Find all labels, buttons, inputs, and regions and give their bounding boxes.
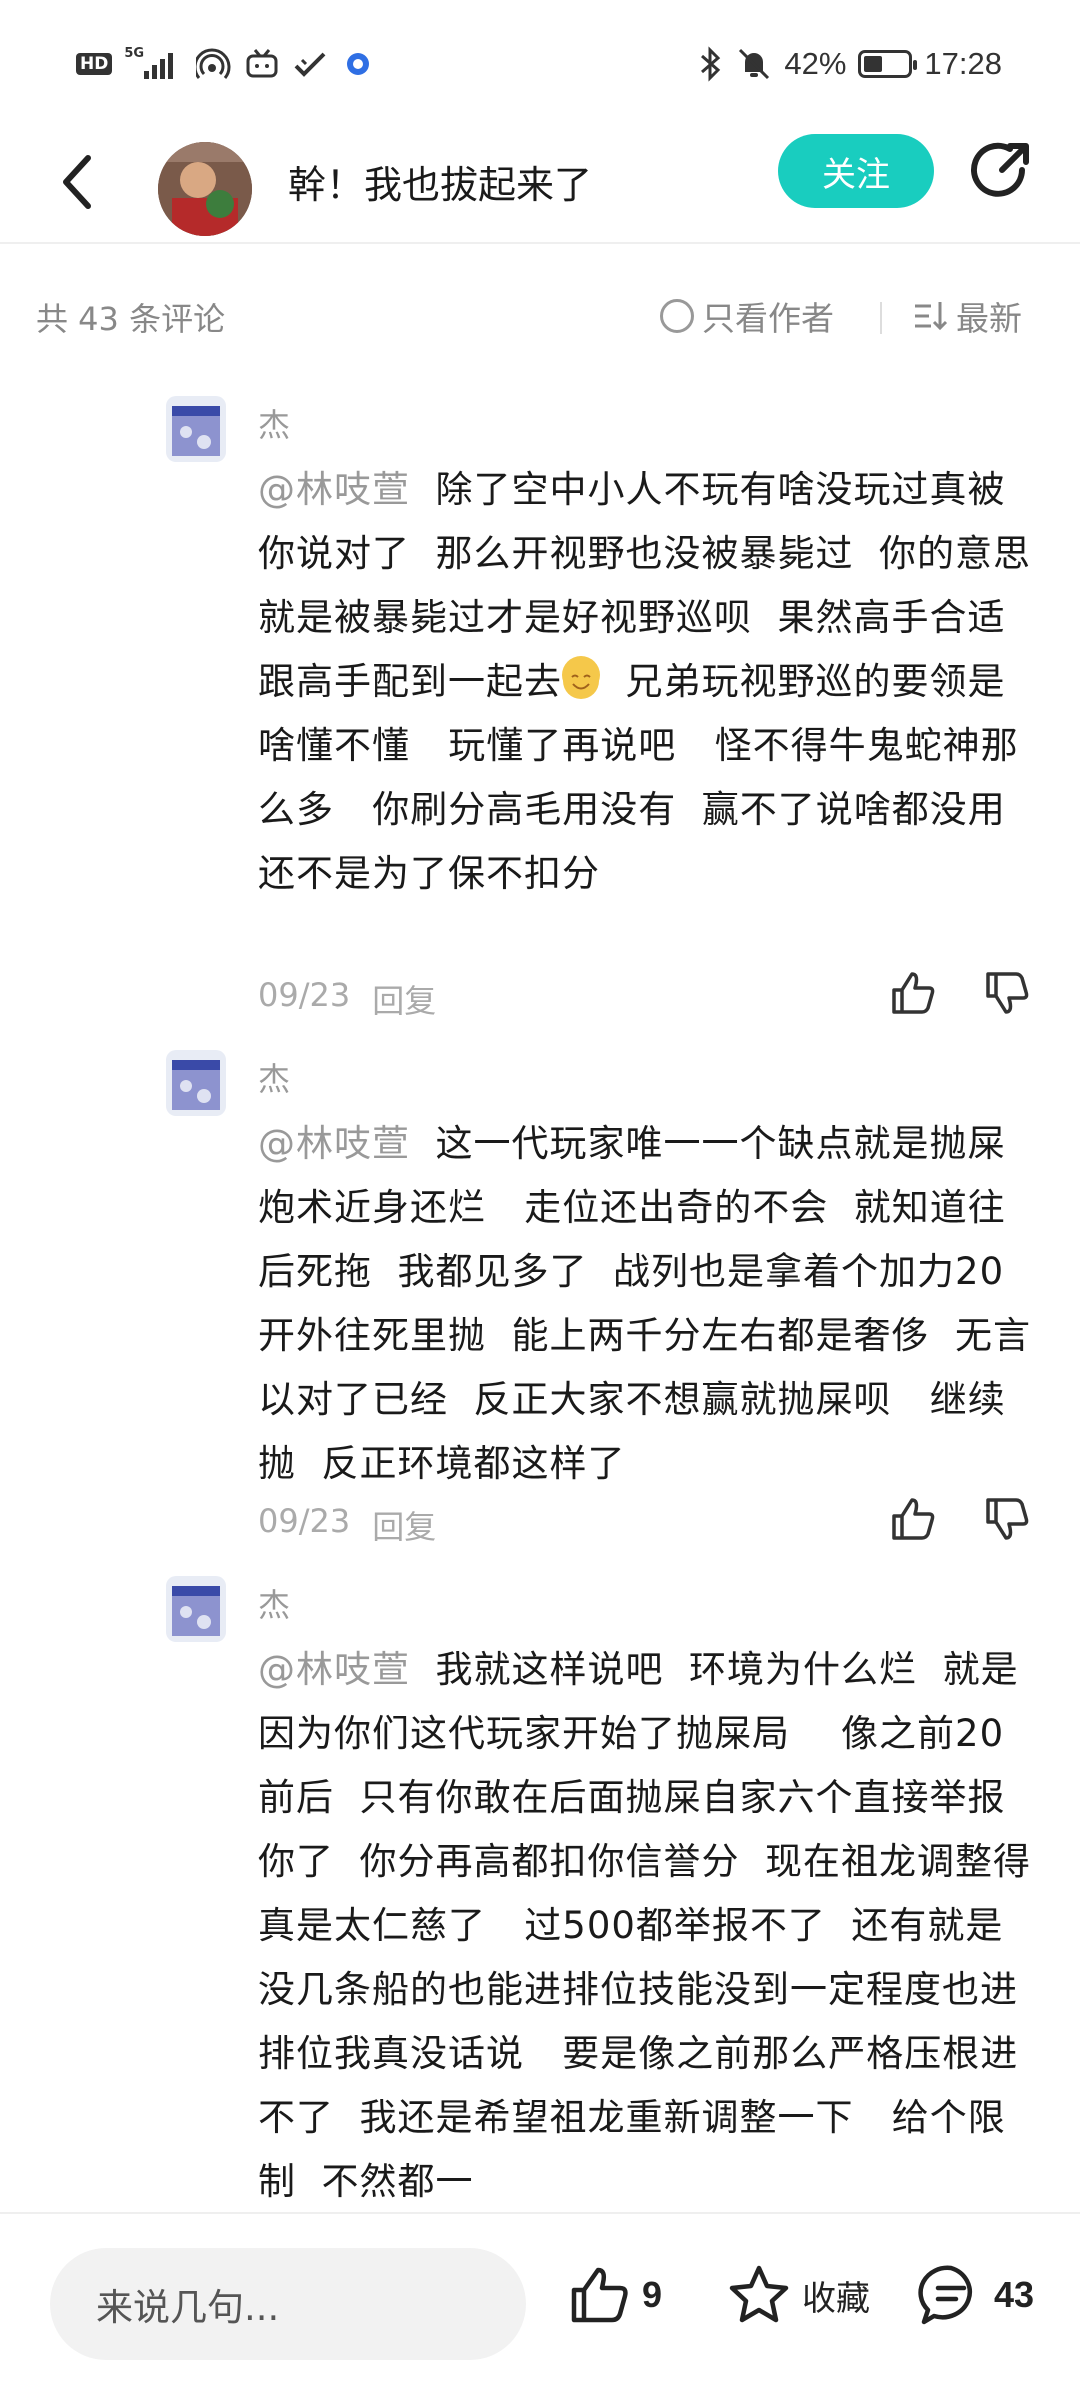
mention-link[interactable]: @林吱萱	[258, 468, 410, 511]
comment-text: @林吱萱 我就这样说吧 环境为什么烂 就是因为你们这代玩家开始了抛屎局 像之前2…	[258, 1638, 1038, 2212]
back-arrow-icon[interactable]	[50, 142, 110, 222]
author-only-label: 只看作者	[702, 299, 834, 338]
hotspot-icon	[196, 48, 231, 79]
divider	[880, 302, 882, 334]
comment-actions	[888, 968, 1032, 1018]
sort-toggle[interactable]: 最新	[912, 292, 1022, 340]
post-title: 幹！我也拔起来了	[288, 163, 593, 207]
battery-percent: 42%	[784, 46, 847, 81]
comment-count-label: 共 43 条评论	[36, 300, 226, 338]
mention-link[interactable]: @林吱萱	[258, 1648, 410, 1691]
thumbs-up-icon	[571, 2267, 628, 2323]
post-header: 幹！我也拔起来了 关注	[0, 120, 1080, 244]
follow-button[interactable]: 关注	[778, 134, 934, 208]
status-left: HD 5G	[76, 44, 376, 84]
comment-item: 杰 @林吱萱 我就这样说吧 环境为什么烂 就是因为你们这代玩家开始了抛屎局 像之…	[0, 1576, 1080, 2212]
radio-icon	[660, 299, 694, 333]
notification-dot-icon	[347, 53, 370, 75]
author-only-toggle[interactable]: 只看作者	[660, 292, 834, 340]
comment-count: 43	[994, 2274, 1035, 2315]
comment-text: @林吱萱 这一代玩家唯一一个缺点就是抛屎 炮术近身还烂 走位还出奇的不会 就知道…	[258, 1112, 1038, 1496]
app-check-icon	[294, 52, 326, 77]
status-bar: HD 5G 42% 17:28	[0, 0, 1080, 120]
commenter-avatar[interactable]	[166, 1050, 226, 1116]
reply-button[interactable]: 回复	[372, 976, 436, 1022]
author-avatar[interactable]	[158, 142, 252, 236]
favorite-label: 收藏	[802, 2278, 870, 2319]
comment-meta: 09/23 回复	[258, 976, 436, 1022]
thumbs-down-icon[interactable]	[982, 968, 1032, 1018]
sort-label: 最新	[956, 299, 1022, 338]
comment-meta: 09/23 回复	[258, 1502, 436, 1548]
tv-app-icon	[246, 49, 278, 78]
cellular-signal-icon: 5G	[124, 47, 184, 81]
mention-link[interactable]: @林吱萱	[258, 1122, 410, 1165]
comments-button[interactable]: 43	[918, 2262, 1034, 2328]
comment-filter-bar: 共 43 条评论 只看作者 最新	[0, 280, 1080, 350]
share-icon[interactable]	[966, 136, 1036, 206]
like-post-button[interactable]: 9	[566, 2262, 662, 2328]
thumbs-up-icon[interactable]	[888, 1494, 938, 1544]
commenter-avatar[interactable]	[166, 1576, 226, 1642]
favorite-button[interactable]: 收藏	[726, 2262, 870, 2328]
sort-icon	[915, 302, 948, 331]
comment-text: @林吱萱 除了空中小人不玩有啥没玩过真被你说对了 那么开视野也没被暴毙过 你的意…	[258, 458, 1038, 906]
thumbs-up-icon[interactable]	[888, 968, 938, 1018]
star-icon	[729, 2265, 789, 2323]
comment-bubble-icon	[918, 2265, 973, 2325]
battery-icon	[858, 50, 918, 78]
commenter-avatar[interactable]	[166, 396, 226, 462]
clock: 17:28	[924, 46, 1002, 81]
commenter-name[interactable]: 杰	[258, 1580, 290, 1626]
status-right: 42% 17:28	[696, 42, 1002, 86]
comment-date: 09/23	[258, 976, 351, 1014]
comment-date: 09/23	[258, 1502, 351, 1540]
mute-bell-icon	[739, 48, 770, 80]
hd-icon: HD	[76, 53, 113, 75]
thumbs-down-icon[interactable]	[982, 1494, 1032, 1544]
reply-button[interactable]: 回复	[372, 1502, 436, 1548]
commenter-name[interactable]: 杰	[258, 400, 290, 446]
comment-body-part-1: 我就这样说吧 环境为什么烂 就是因为你们这代玩家开始了抛屎局 像之前20前后 只…	[258, 1648, 1032, 2203]
comment-body-part-1: 这一代玩家唯一一个缺点就是抛屎 炮术近身还烂 走位还出奇的不会 就知道往后死拖 …	[258, 1122, 1032, 1485]
bottom-action-bar: 来说几句... 9 收藏 43	[0, 2212, 1080, 2388]
bluetooth-icon	[701, 46, 721, 82]
commenter-name[interactable]: 杰	[258, 1054, 290, 1100]
comment-input[interactable]: 来说几句...	[50, 2248, 526, 2360]
like-count: 9	[642, 2274, 663, 2315]
smile-emoji-icon	[562, 656, 600, 699]
battery-fill	[864, 56, 883, 72]
comment-actions	[888, 1494, 1032, 1544]
